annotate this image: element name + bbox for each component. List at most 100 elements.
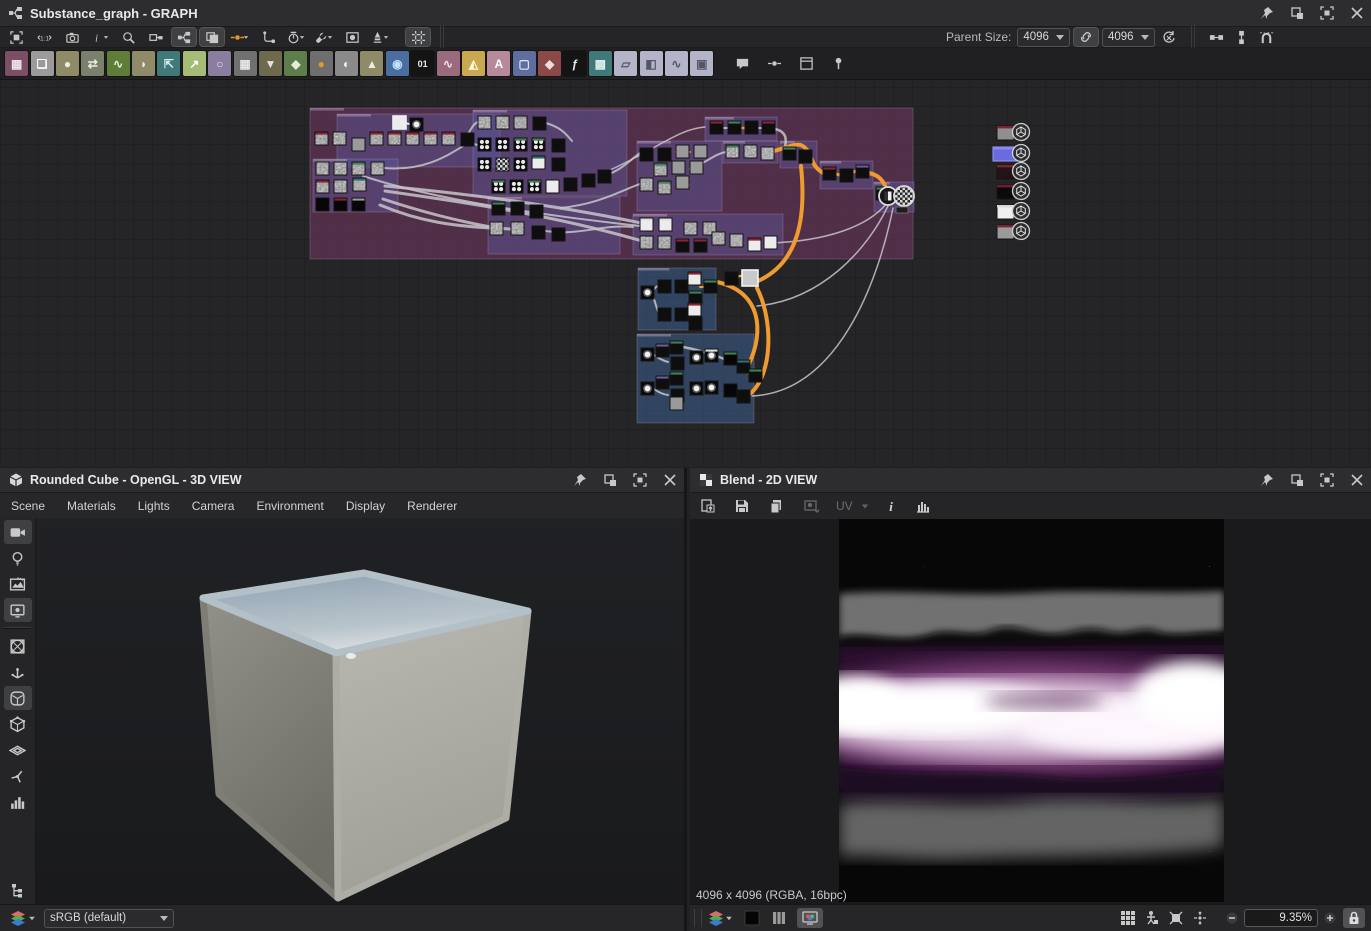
maximize-icon[interactable] xyxy=(1319,5,1335,21)
palette-directional-warp-button[interactable]: ↗ xyxy=(183,51,206,76)
mannequin-icon[interactable] xyxy=(1141,908,1163,928)
environment-image-button[interactable] xyxy=(4,572,32,596)
spread-vertical-button[interactable] xyxy=(1234,30,1249,45)
palette-pin-node-button[interactable] xyxy=(828,54,850,74)
view2d-viewport[interactable]: 4096 x 4096 (RGBA, 16bpc) xyxy=(690,519,1371,905)
palette-generator-curve-button[interactable]: ∿ xyxy=(665,51,688,76)
float-window-icon[interactable] xyxy=(1289,472,1305,488)
light-bulb-button[interactable] xyxy=(4,546,32,570)
palette-value-processor-button[interactable]: ƒ xyxy=(563,51,586,76)
actual-size-button[interactable]: 1:1 xyxy=(32,28,56,46)
palette-transformation-button[interactable]: ⇱ xyxy=(157,51,180,76)
display-monitor-button[interactable] xyxy=(4,598,32,622)
pin-icon[interactable] xyxy=(572,472,588,488)
graph-canvas[interactable] xyxy=(0,80,1371,468)
elbow-link-button[interactable] xyxy=(256,28,280,46)
tools-wrench-button[interactable] xyxy=(312,28,336,46)
background-swatch[interactable] xyxy=(741,908,763,928)
close-icon[interactable] xyxy=(1349,472,1365,488)
geometry-rounded-cube-button[interactable] xyxy=(4,686,32,710)
menu-camera[interactable]: Camera xyxy=(181,493,246,518)
link-display-button[interactable] xyxy=(144,28,168,46)
menu-environment[interactable]: Environment xyxy=(245,493,334,518)
menu-renderer[interactable]: Renderer xyxy=(396,493,468,518)
lock-zoom-icon[interactable] xyxy=(1343,908,1365,928)
palette-bit-depth-01-button[interactable]: 01 xyxy=(411,51,434,76)
geometry-fan-button[interactable] xyxy=(4,764,32,788)
palette-blend-button[interactable]: ❏ xyxy=(31,51,54,76)
palette-dot-node-button[interactable] xyxy=(764,54,786,74)
spread-horizontal-button[interactable] xyxy=(1209,30,1224,45)
palette-gradient-axial-button[interactable]: ● xyxy=(310,51,333,76)
frame-select-button[interactable] xyxy=(4,28,28,46)
colorspace-select[interactable]: sRGB (default) xyxy=(44,909,174,928)
palette-transformation-2d-button[interactable]: ▢ xyxy=(513,51,536,76)
palette-fx-map-button[interactable]: ▦ xyxy=(234,51,257,76)
palette-generator-square-button[interactable]: ▣ xyxy=(690,51,713,76)
palette-warp-button[interactable]: ▩ xyxy=(589,51,612,76)
view3d-viewport[interactable] xyxy=(36,518,684,905)
columns-view-icon[interactable] xyxy=(768,908,790,928)
palette-blur-button[interactable]: ● xyxy=(56,51,79,76)
menu-display[interactable]: Display xyxy=(335,493,396,518)
float-window-icon[interactable] xyxy=(602,472,618,488)
geometry-plane-button[interactable] xyxy=(4,738,32,762)
pin-icon[interactable] xyxy=(1259,472,1275,488)
zoom-in-button[interactable] xyxy=(1319,908,1341,928)
parent-height-select[interactable]: 4096 xyxy=(1102,28,1155,47)
reset-size-button[interactable] xyxy=(1157,28,1181,46)
grid-tiles-icon[interactable] xyxy=(1117,908,1139,928)
copy-image-icon[interactable] xyxy=(764,497,788,515)
search-button[interactable] xyxy=(116,28,140,46)
palette-hsl-button[interactable]: ◉ xyxy=(386,51,409,76)
palette-gradient-map-button[interactable]: ◆ xyxy=(284,51,307,76)
geometry-plane-grid-button[interactable] xyxy=(4,634,32,658)
actual-size-move-icon[interactable] xyxy=(1189,908,1211,928)
palette-curve-button[interactable]: ∿ xyxy=(107,51,130,76)
palette-generator-svg-button[interactable]: ▱ xyxy=(614,51,637,76)
snap-magnet-button[interactable] xyxy=(1259,30,1274,45)
palette-bitmap-button[interactable]: ▦ xyxy=(5,51,28,76)
palette-generator-gradient-button[interactable]: ◧ xyxy=(640,51,663,76)
layers-color-icon[interactable] xyxy=(708,910,724,926)
stats-bars-button[interactable] xyxy=(4,790,32,814)
thumbnail-image-button[interactable] xyxy=(340,28,364,46)
scene-tree-icon[interactable] xyxy=(4,878,32,902)
close-icon[interactable] xyxy=(662,472,678,488)
menu-scene[interactable]: Scene xyxy=(0,493,56,518)
palette-directional-blur-button[interactable]: ◗ xyxy=(132,51,155,76)
color-layers-icon[interactable] xyxy=(10,910,26,926)
maximize-icon[interactable] xyxy=(632,472,648,488)
float-window-icon[interactable] xyxy=(1289,5,1305,21)
layers-stack-button[interactable] xyxy=(200,28,224,46)
fit-view-icon[interactable] xyxy=(1165,908,1187,928)
palette-comment-bubble-button[interactable] xyxy=(732,54,754,74)
drag-handle[interactable] xyxy=(694,909,702,927)
menu-lights[interactable]: Lights xyxy=(127,493,181,518)
palette-uniform-color-button[interactable]: ◆ xyxy=(538,51,561,76)
menu-materials[interactable]: Materials xyxy=(56,493,127,518)
parent-width-select[interactable]: 4096 xyxy=(1017,28,1070,47)
graph-view-button[interactable] xyxy=(172,28,196,46)
palette-spline-button[interactable]: ∿ xyxy=(437,51,460,76)
export-image-icon[interactable] xyxy=(696,497,720,515)
zoom-level-input[interactable] xyxy=(1244,909,1318,927)
info-icon[interactable]: i xyxy=(879,497,903,515)
grid-snap-button[interactable] xyxy=(406,28,430,46)
gizmo-axis-button[interactable] xyxy=(4,660,32,684)
histogram-icon[interactable] xyxy=(911,497,935,515)
palette-text-button[interactable]: A xyxy=(487,51,510,76)
dot-link-orange-button[interactable] xyxy=(228,28,252,46)
close-icon[interactable] xyxy=(1349,5,1365,21)
pin-icon[interactable] xyxy=(1259,5,1275,21)
palette-frame-node-button[interactable] xyxy=(796,54,818,74)
rgb-monitor-icon[interactable] xyxy=(797,908,823,928)
compute-timer-button[interactable] xyxy=(284,28,308,46)
clean-brush-button[interactable] xyxy=(368,28,392,46)
info-display-button[interactable]: i xyxy=(88,28,112,46)
geometry-cube-button[interactable] xyxy=(4,712,32,736)
palette-levels-button[interactable]: ▲ xyxy=(360,51,383,76)
link-size-button[interactable] xyxy=(1074,28,1098,46)
palette-mirror-button[interactable]: ◭ xyxy=(462,51,485,76)
zoom-out-button[interactable] xyxy=(1221,908,1243,928)
